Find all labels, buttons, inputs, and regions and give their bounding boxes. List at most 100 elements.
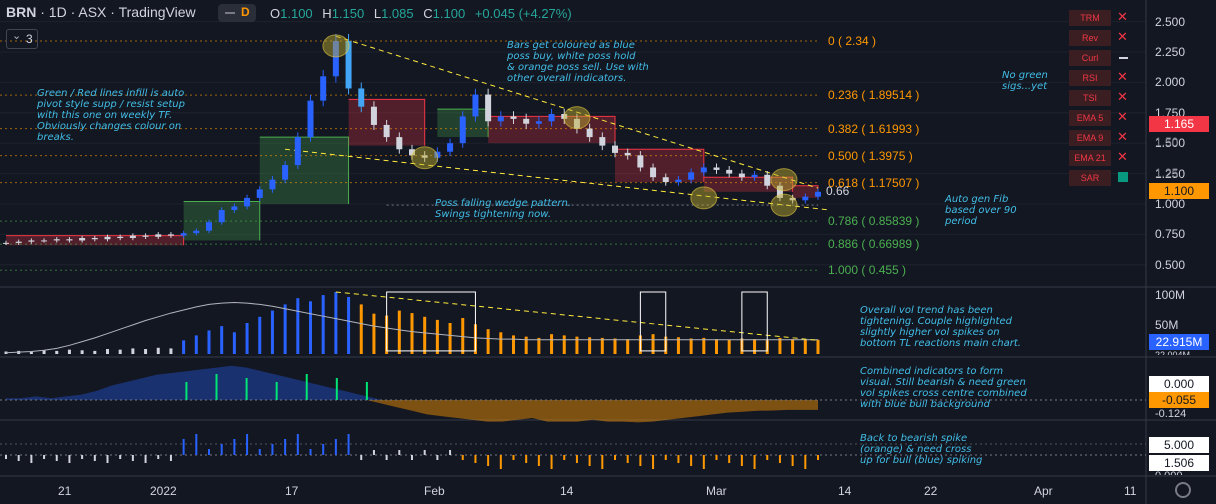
volume-bar [144, 349, 148, 354]
candle-body [802, 196, 809, 201]
volume-bar [791, 339, 795, 354]
volume-bar [80, 350, 84, 354]
settings-gear-icon[interactable] [1175, 482, 1191, 498]
volume-bar [600, 337, 604, 354]
legend-row[interactable]: Rev ✕ [1069, 28, 1135, 48]
legend-indicator-name[interactable]: Rev [1069, 30, 1111, 46]
volume-trendline [335, 291, 819, 341]
close-icon[interactable]: ✕ [1117, 29, 1128, 45]
volume-bar [537, 337, 541, 354]
volume-bar [562, 335, 566, 354]
legend-row[interactable]: EMA 9 ✕ [1069, 128, 1135, 148]
ohlc-readout: O1.100 H1.150 L1.085 C1.100 +0.045 (+4.2… [270, 6, 572, 21]
candle-body [396, 137, 403, 150]
volume-bar [169, 348, 173, 354]
legend-row[interactable]: TSI ✕ [1069, 88, 1135, 108]
volume-bar [194, 335, 198, 354]
symbol-header[interactable]: BRN · 1D · ASX · TradingView [6, 4, 196, 20]
candle-body [612, 145, 618, 153]
volume-bar [334, 292, 338, 354]
fib-level-label: 0.500 ( 1.3975 ) [828, 148, 913, 163]
volume-bar [245, 323, 249, 354]
legend-indicator-name[interactable]: TSI [1069, 90, 1111, 106]
candle-body [28, 240, 35, 242]
candle-body [459, 116, 466, 144]
checkbox-checked-icon[interactable] [1118, 172, 1128, 182]
candle-body [294, 137, 301, 166]
legend-row[interactable]: Curl [1069, 48, 1135, 68]
minus-icon [225, 12, 235, 14]
open-value: 1.100 [280, 6, 313, 21]
volume-bar [270, 310, 274, 354]
indicator-collapse-button[interactable]: ⌄ 3 [6, 29, 38, 49]
volume-bar [486, 329, 490, 354]
level-066-label: 0.66 [826, 184, 850, 198]
legend-indicator-name[interactable]: TRM [1069, 10, 1111, 26]
volume-bar [67, 349, 71, 354]
interval-badge[interactable]: D [218, 4, 256, 22]
volume-bar [372, 313, 376, 354]
close-icon[interactable]: ✕ [1117, 149, 1128, 165]
candle-body [218, 210, 225, 223]
volume-bar [499, 332, 503, 354]
candle-body [726, 169, 733, 174]
time-tick-label: 11 [1124, 484, 1137, 498]
legend-indicator-name[interactable]: EMA 9 [1069, 130, 1111, 146]
candle-body [383, 124, 390, 138]
candle-body [231, 206, 238, 211]
annotation-spike: Back to bearish spike (orange) & need cr… [860, 433, 983, 466]
close-icon[interactable]: ✕ [1117, 129, 1128, 145]
legend-indicator-name[interactable]: RSI [1069, 70, 1111, 86]
legend-indicator-name[interactable]: EMA 21 [1069, 150, 1111, 166]
candle-body [662, 177, 669, 183]
legend-indicator-name[interactable]: EMA 5 [1069, 110, 1111, 126]
annotation-combined: Combined indicators to form visual. Stil… [860, 366, 1027, 410]
legend-row[interactable]: EMA 5 ✕ [1069, 108, 1135, 128]
close-icon[interactable]: ✕ [1117, 109, 1128, 125]
legend-row[interactable]: TRM ✕ [1069, 8, 1135, 28]
volume-bar [347, 296, 351, 354]
candle-body [599, 137, 606, 146]
volume-bar [232, 332, 236, 354]
volume-bar [359, 304, 363, 354]
platform-label: TradingView [118, 4, 196, 20]
annotation-vol: Overall vol trend has been tightening. C… [860, 305, 1021, 349]
spike-max-badge: 5.000 [1149, 437, 1209, 453]
minus-icon[interactable] [1119, 57, 1128, 59]
close-icon[interactable]: ✕ [1117, 89, 1128, 105]
candle-body [637, 155, 644, 168]
volume-bar [283, 304, 287, 354]
annotation-fib: Auto gen Fib based over 90 period [945, 194, 1017, 227]
interval-label[interactable]: 1D [49, 4, 67, 20]
close-icon[interactable]: ✕ [1117, 69, 1128, 85]
volume-bar [816, 339, 820, 354]
pivot-zone [259, 137, 349, 204]
volume-bar [309, 301, 312, 354]
legend-indicator-name[interactable]: SAR [1069, 170, 1111, 186]
volume-bar [55, 350, 59, 354]
candle-body [206, 222, 212, 231]
volume-bar [626, 339, 630, 354]
price-tick-label: 2.000 [1155, 75, 1186, 90]
symbol-name[interactable]: BRN [6, 4, 36, 20]
price-tick-label: 0.500 [1155, 257, 1186, 272]
close-value: 1.100 [432, 6, 466, 21]
fib-level-label: 0.886 ( 0.66989 ) [828, 237, 920, 252]
volume-bar [435, 319, 439, 354]
candle-body [358, 88, 365, 107]
close-icon[interactable]: ✕ [1117, 9, 1128, 25]
highlight-circle [770, 168, 798, 192]
legend-indicator-name[interactable]: Curl [1069, 50, 1111, 66]
candle-body [155, 234, 162, 237]
high-value: 1.150 [331, 6, 365, 21]
legend-row[interactable]: EMA 21 ✕ [1069, 148, 1135, 168]
volume-bar [715, 339, 718, 354]
volume-bar [220, 326, 224, 354]
volume-bar [207, 330, 211, 354]
time-tick-label: 14 [560, 484, 574, 498]
candle-body [129, 235, 136, 239]
volume-partial-tick: 22.004M [1155, 350, 1191, 355]
legend-row[interactable]: SAR [1069, 168, 1135, 188]
legend-row[interactable]: RSI ✕ [1069, 68, 1135, 88]
time-tick-label: 22 [924, 484, 938, 498]
